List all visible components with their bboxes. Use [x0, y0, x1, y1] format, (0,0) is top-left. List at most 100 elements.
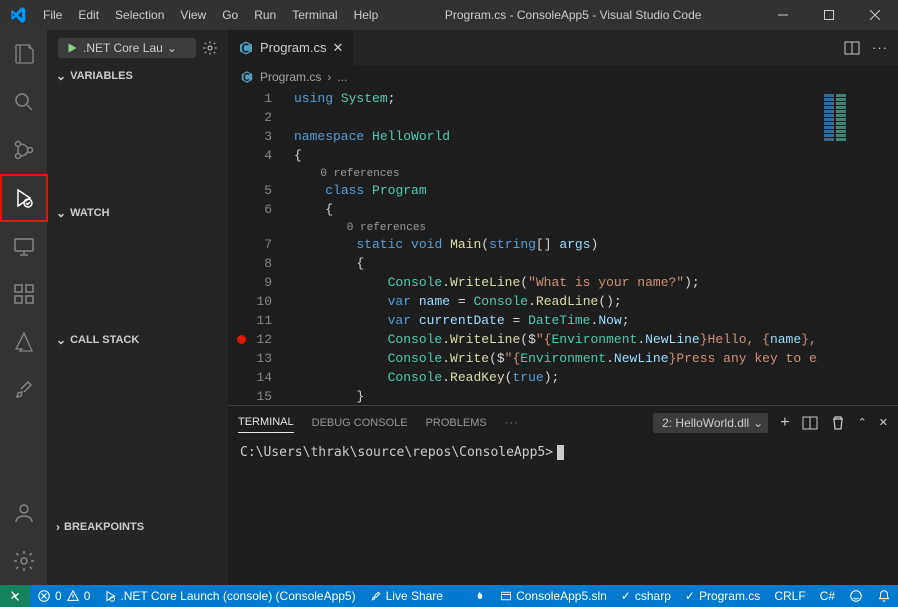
- terminal-body[interactable]: C:\Users\thrak\source\repos\ConsoleApp5>: [228, 439, 898, 585]
- code-line[interactable]: [294, 108, 818, 127]
- section-variables[interactable]: ⌄Variables: [48, 65, 228, 87]
- terminal-prompt: C:\Users\thrak\source\repos\ConsoleApp5>: [240, 445, 553, 460]
- sb-file[interactable]: ✓ Program.cs: [678, 585, 767, 607]
- line-number[interactable]: 1: [228, 89, 272, 108]
- panel-tab-debug-console[interactable]: DEBUG CONSOLE: [312, 413, 408, 433]
- tab-program-cs[interactable]: Program.cs ✕: [228, 30, 354, 65]
- line-number[interactable]: 3: [228, 127, 272, 146]
- code-line[interactable]: Console.WriteLine("What is your name?");: [294, 273, 818, 292]
- panel-tab-terminal[interactable]: TERMINAL: [238, 412, 294, 433]
- more-icon[interactable]: ···: [505, 417, 519, 429]
- activity-liveshare[interactable]: [0, 366, 48, 414]
- section-watch[interactable]: ⌄Watch: [48, 202, 228, 224]
- breadcrumb[interactable]: Program.cs › ...: [228, 65, 898, 89]
- code-line[interactable]: Console.WriteLine($"{Environment.NewLine…: [294, 330, 818, 349]
- sb-solution[interactable]: ConsoleApp5.sln: [493, 585, 614, 607]
- menu-view[interactable]: View: [172, 0, 214, 30]
- line-number[interactable]: 4: [228, 146, 272, 165]
- sb-launch-config[interactable]: .NET Core Launch (console) (ConsoleApp5): [97, 585, 362, 607]
- terminal-select[interactable]: 2: HelloWorld.dll ⌄: [653, 413, 768, 433]
- sb-bell-icon[interactable]: [870, 585, 898, 607]
- line-number[interactable]: 7: [228, 235, 272, 254]
- activity-explorer[interactable]: [0, 30, 48, 78]
- window-maximize-button[interactable]: [806, 0, 852, 30]
- code-line[interactable]: namespace HelloWorld: [294, 127, 818, 146]
- window-close-button[interactable]: [852, 0, 898, 30]
- code-line[interactable]: Console.ReadKey(true);: [294, 368, 818, 387]
- line-number[interactable]: 12: [228, 330, 272, 349]
- code-line[interactable]: static void Main(string[] args): [294, 235, 818, 254]
- split-editor-icon[interactable]: [844, 40, 860, 56]
- statusbar: 0 0 .NET Core Launch (console) (ConsoleA…: [0, 585, 898, 607]
- codelens[interactable]: 0 references: [294, 219, 818, 235]
- sb-flame[interactable]: [467, 585, 493, 607]
- close-panel-icon[interactable]: ✕: [879, 416, 888, 429]
- code-line[interactable]: {: [294, 200, 818, 219]
- window-minimize-button[interactable]: [760, 0, 806, 30]
- titlebar: File Edit Selection View Go Run Terminal…: [0, 0, 898, 30]
- sb-lang[interactable]: C#: [813, 585, 842, 607]
- code-line[interactable]: using System;: [294, 89, 818, 108]
- tab-close-icon[interactable]: ✕: [332, 40, 343, 56]
- line-number[interactable]: 13: [228, 349, 272, 368]
- line-number[interactable]: 8: [228, 254, 272, 273]
- debug-sidebar: .NET Core Lau ⌄ ⌄Variables ⌄Watch ⌄Call …: [48, 30, 228, 585]
- panel-tab-problems[interactable]: PROBLEMS: [426, 413, 487, 433]
- sb-eol[interactable]: CRLF: [767, 585, 812, 607]
- line-number[interactable]: 15: [228, 387, 272, 405]
- code-editor[interactable]: 123456789101112131415 using System;names…: [228, 89, 818, 405]
- line-number[interactable]: 6: [228, 200, 272, 219]
- menu-selection[interactable]: Selection: [107, 0, 172, 30]
- code-line[interactable]: {: [294, 254, 818, 273]
- activity-extensions[interactable]: [0, 270, 48, 318]
- code-line[interactable]: var name = Console.ReadLine();: [294, 292, 818, 311]
- menu-edit[interactable]: Edit: [70, 0, 107, 30]
- sb-feedback-icon[interactable]: [842, 585, 870, 607]
- sb-lsp[interactable]: ✓ csharp: [614, 585, 678, 607]
- line-number[interactable]: 14: [228, 368, 272, 387]
- line-number[interactable]: 9: [228, 273, 272, 292]
- debug-config-select[interactable]: .NET Core Lau ⌄: [58, 38, 196, 58]
- breakpoint-icon[interactable]: [237, 335, 246, 344]
- code-line[interactable]: {: [294, 146, 818, 165]
- menu-help[interactable]: Help: [346, 0, 387, 30]
- section-breakpoints[interactable]: ›Breakpoints: [48, 516, 228, 538]
- new-terminal-icon[interactable]: +: [780, 414, 789, 432]
- codelens[interactable]: 0 references: [294, 165, 818, 181]
- menu-file[interactable]: File: [35, 0, 70, 30]
- code-line[interactable]: var currentDate = DateTime.Now;: [294, 311, 818, 330]
- sb-errors-warnings[interactable]: 0 0: [30, 585, 97, 607]
- activity-scm[interactable]: [0, 126, 48, 174]
- chevron-right-icon: ›: [327, 70, 331, 84]
- activity-remote[interactable]: [0, 222, 48, 270]
- line-number[interactable]: 5: [228, 181, 272, 200]
- menu-bar: File Edit Selection View Go Run Terminal…: [35, 0, 386, 30]
- menu-terminal[interactable]: Terminal: [284, 0, 345, 30]
- csharp-file-icon: [240, 70, 254, 84]
- more-icon[interactable]: ···: [872, 40, 888, 56]
- chevron-up-icon[interactable]: ⌃: [858, 416, 867, 429]
- menu-run[interactable]: Run: [246, 0, 284, 30]
- activity-settings[interactable]: [0, 537, 48, 585]
- section-callstack[interactable]: ⌄Call Stack: [48, 329, 228, 351]
- menu-go[interactable]: Go: [214, 0, 246, 30]
- code-line[interactable]: }: [294, 387, 818, 405]
- trash-icon[interactable]: [830, 415, 846, 431]
- debug-config-label: .NET Core Lau: [83, 41, 163, 55]
- gear-icon[interactable]: [202, 40, 218, 56]
- remote-button[interactable]: [0, 585, 30, 607]
- line-number[interactable]: 11: [228, 311, 272, 330]
- line-number[interactable]: 10: [228, 292, 272, 311]
- minimap[interactable]: [818, 89, 898, 405]
- activity-accounts[interactable]: [0, 489, 48, 537]
- line-number[interactable]: 2: [228, 108, 272, 127]
- code-line[interactable]: class Program: [294, 181, 818, 200]
- activity-azure[interactable]: [0, 318, 48, 366]
- sb-liveshare[interactable]: Live Share: [363, 585, 450, 607]
- activity-search[interactable]: [0, 78, 48, 126]
- activity-run-debug[interactable]: [0, 174, 48, 222]
- chevron-down-icon: ⌄: [167, 41, 177, 55]
- terminal-cursor: [557, 445, 564, 460]
- split-terminal-icon[interactable]: [802, 415, 818, 431]
- code-line[interactable]: Console.Write($"{Environment.NewLine}Pre…: [294, 349, 818, 368]
